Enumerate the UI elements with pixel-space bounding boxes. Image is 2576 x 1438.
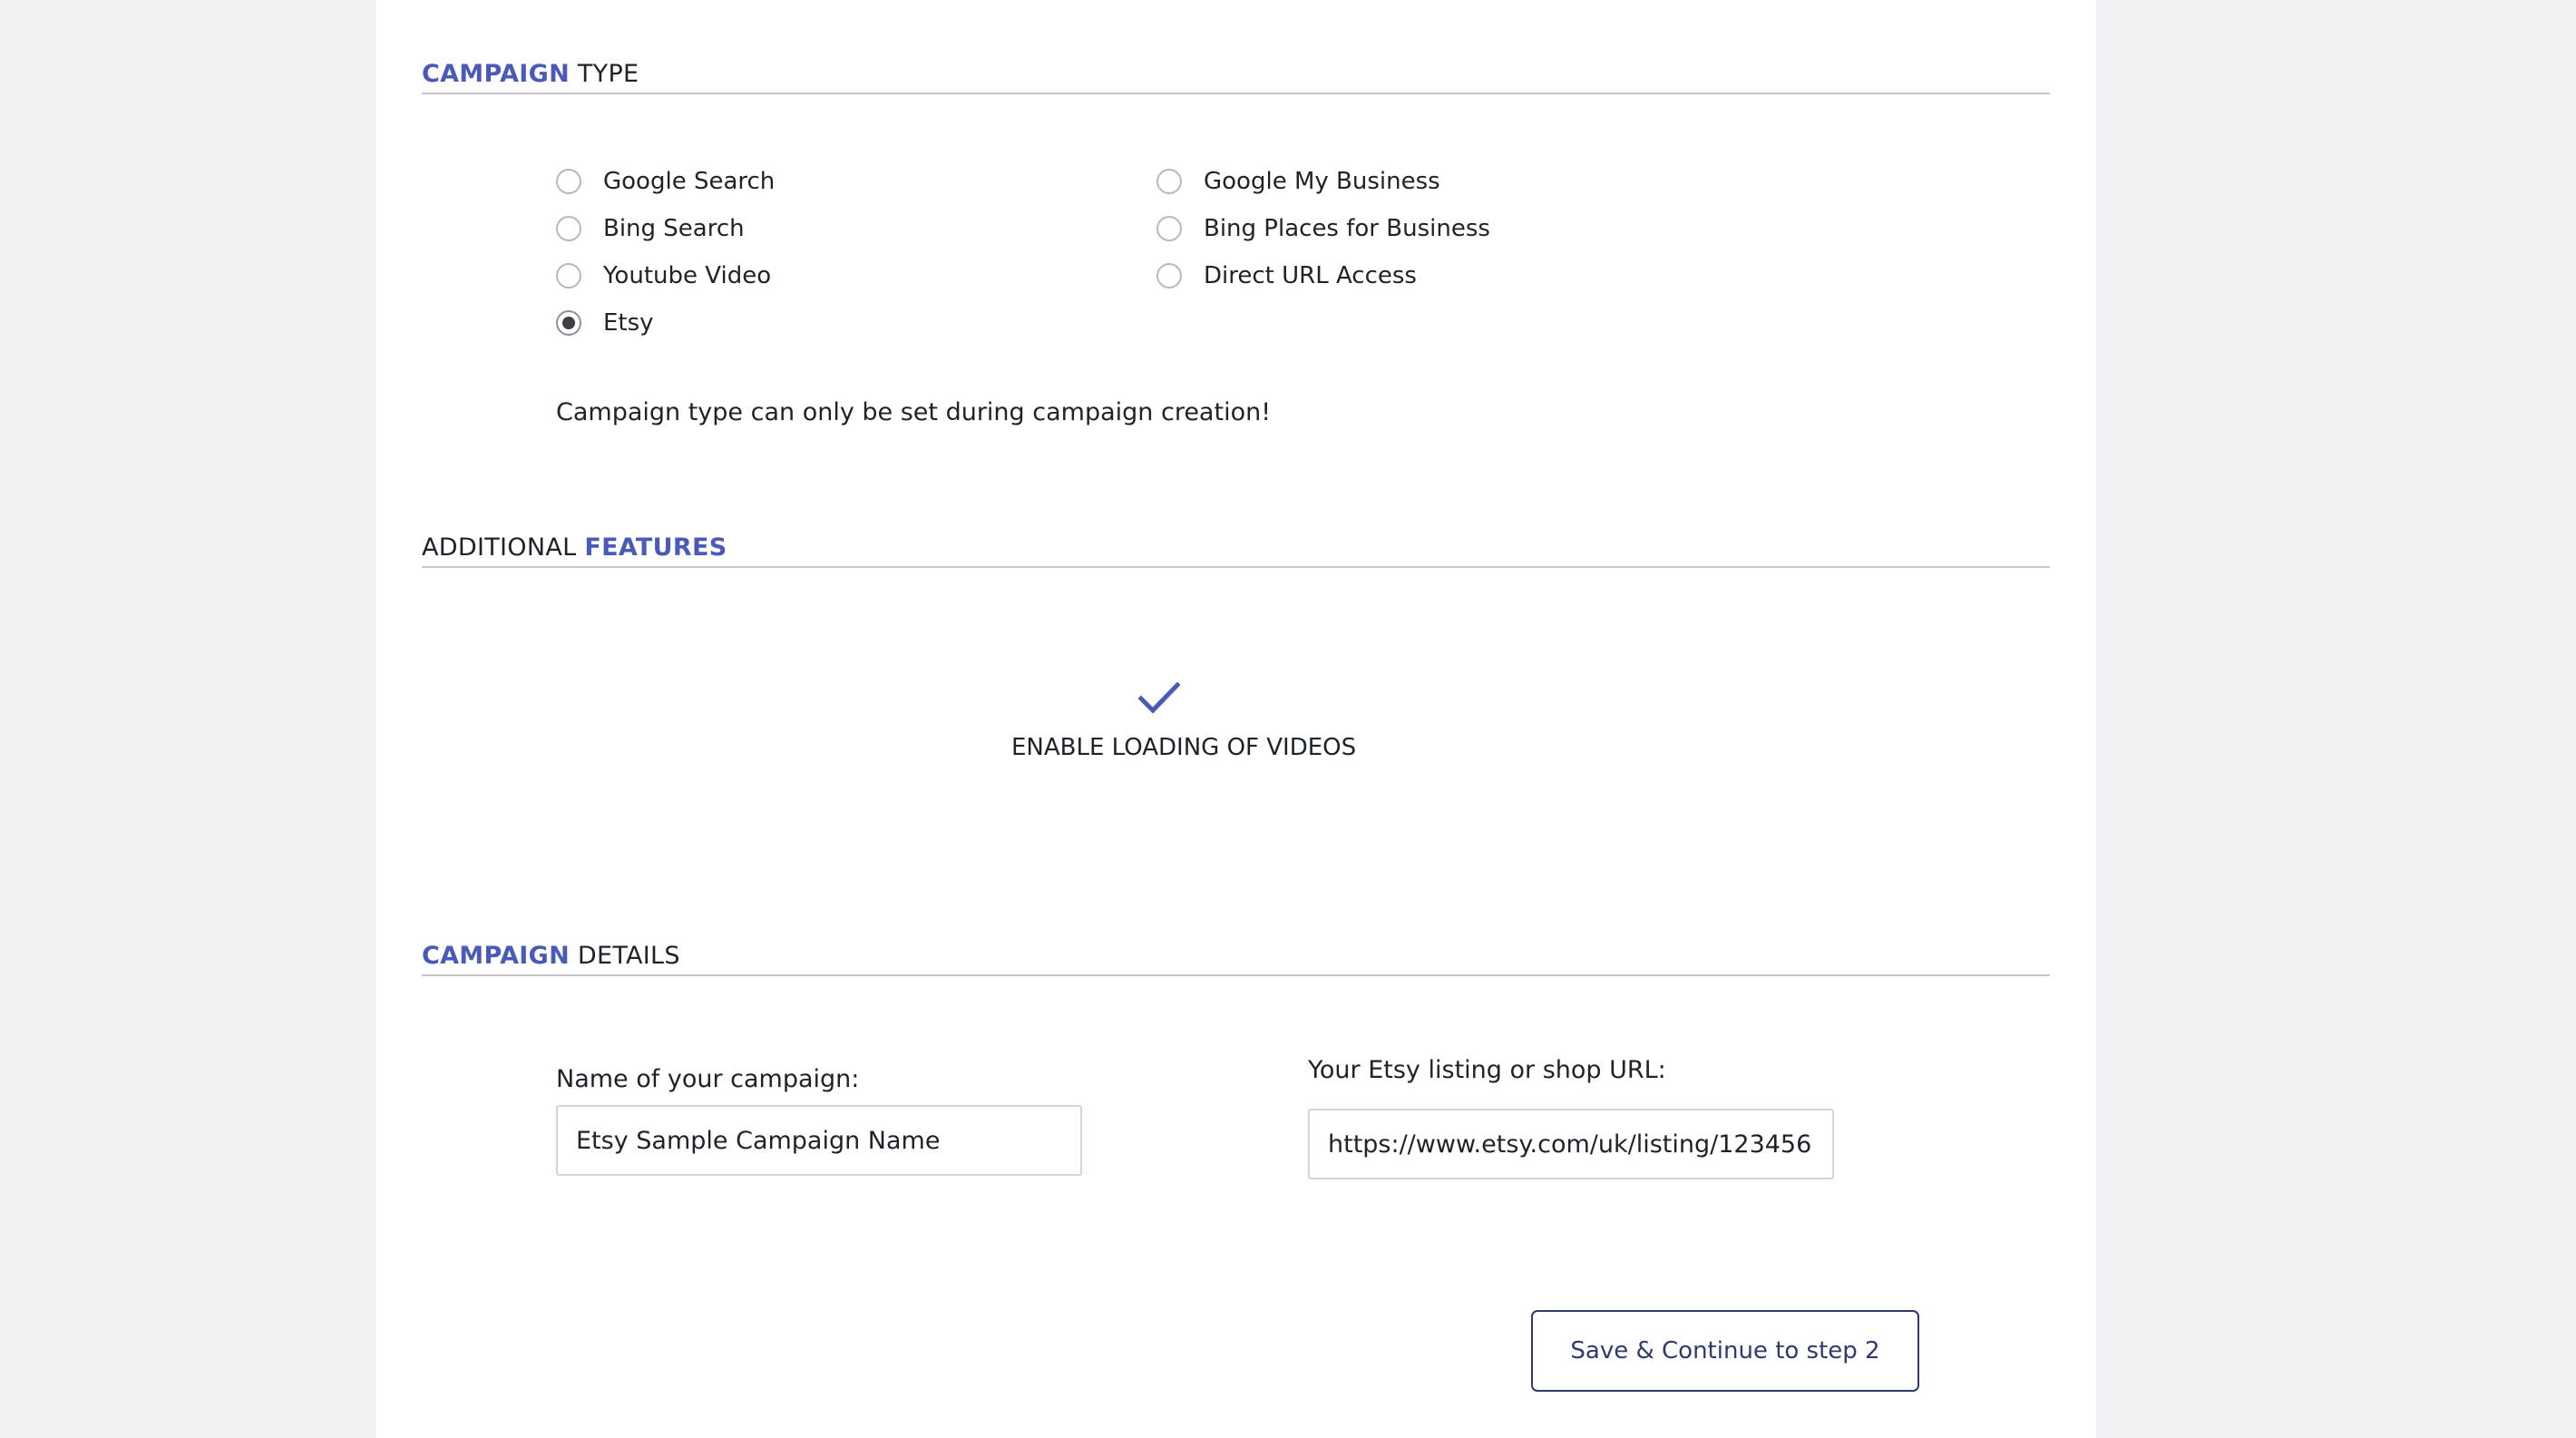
radio-bing-places[interactable]: Bing Places for Business	[1156, 210, 1490, 247]
radio-label: Direct URL Access	[1204, 262, 1417, 289]
additional-features-heading-plain: ADDITIONAL	[422, 533, 585, 562]
radio-circle[interactable]	[556, 169, 581, 194]
etsy-url-label: Your Etsy listing or shop URL:	[1308, 1056, 1666, 1084]
campaign-type-heading: CAMPAIGN TYPE	[422, 56, 2050, 94]
radio-label: Google My Business	[1204, 168, 1440, 195]
radio-circle[interactable]	[556, 216, 581, 241]
enable-videos-toggle[interactable]: ENABLE LOADING OF VIDEOS	[1011, 680, 1357, 789]
radio-label: Bing Places for Business	[1204, 215, 1490, 242]
radio-label: Youtube Video	[603, 262, 772, 289]
radio-google-my-business[interactable]: Google My Business	[1156, 163, 1440, 200]
campaign-type-heading-rest: TYPE	[570, 60, 639, 88]
radio-circle-selected[interactable]	[556, 310, 581, 336]
additional-features-heading: ADDITIONAL FEATURES	[422, 530, 2050, 568]
radio-circle[interactable]	[556, 263, 581, 289]
radio-direct-url-access[interactable]: Direct URL Access	[1156, 258, 1417, 294]
campaign-type-note: Campaign type can only be set during cam…	[556, 398, 1272, 426]
radio-circle[interactable]	[1156, 263, 1182, 289]
campaign-type-heading-accent: CAMPAIGN	[422, 60, 570, 88]
check-icon[interactable]	[1137, 680, 1180, 717]
enable-videos-label: ENABLE LOADING OF VIDEOS	[1011, 734, 1357, 761]
radio-label: Etsy	[603, 309, 654, 337]
campaign-details-heading-accent: CAMPAIGN	[422, 942, 570, 970]
campaign-name-input[interactable]	[556, 1105, 1082, 1176]
radio-circle[interactable]	[1156, 169, 1182, 194]
campaign-details-heading-rest: DETAILS	[570, 942, 680, 970]
radio-google-search[interactable]: Google Search	[556, 163, 775, 200]
radio-etsy[interactable]: Etsy	[556, 305, 654, 341]
save-continue-button[interactable]: Save & Continue to step 2	[1531, 1310, 1919, 1392]
campaign-name-label: Name of your campaign:	[556, 1065, 860, 1093]
campaign-details-heading: CAMPAIGN DETAILS	[422, 938, 2050, 976]
form-panel: CAMPAIGN TYPE Google Search Bing Search …	[376, 0, 2096, 1438]
etsy-url-input[interactable]	[1308, 1109, 1834, 1179]
radio-label: Google Search	[603, 168, 776, 195]
radio-youtube-video[interactable]: Youtube Video	[556, 258, 771, 294]
radio-label: Bing Search	[603, 215, 745, 242]
additional-features-heading-accent: FEATURES	[584, 533, 727, 562]
radio-bing-search[interactable]: Bing Search	[556, 210, 745, 247]
radio-circle[interactable]	[1156, 216, 1182, 241]
